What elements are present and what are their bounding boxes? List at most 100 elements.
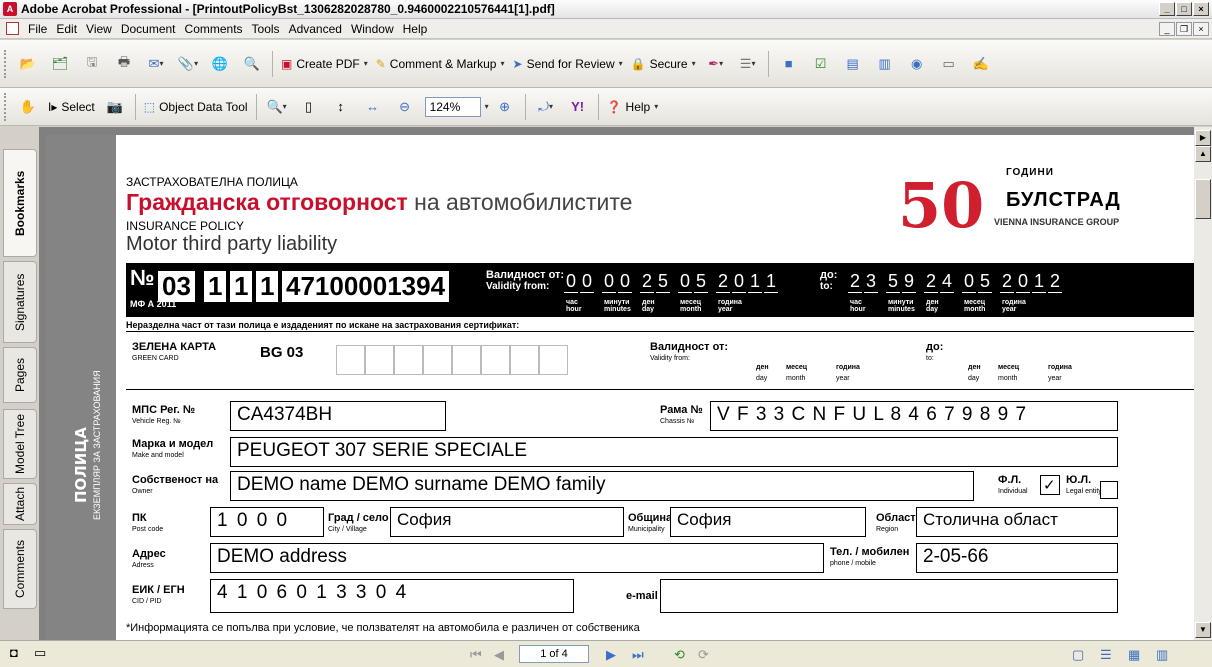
continuous-icon[interactable]: ☰: [1100, 647, 1112, 663]
organizer-icon[interactable]: 🗂: [48, 52, 72, 76]
open-folder-icon[interactable]: 📂: [16, 52, 40, 76]
next-page-icon[interactable]: ▶: [606, 647, 616, 663]
zoom-level-input[interactable]: 124%: [424, 96, 481, 117]
minimize-button[interactable]: _: [1159, 2, 1175, 16]
last-page-icon[interactable]: ⏭: [632, 647, 644, 663]
panel-expand-icon[interactable]: ▶: [1195, 130, 1211, 146]
email-field[interactable]: [660, 579, 1118, 613]
menu-comments[interactable]: Comments: [185, 22, 243, 36]
document-view[interactable]: ПОЛИЦА ЕКЗЕМПЛЯР ЗА ЗАСТРАХОВАНИЯ ЗАСТРА…: [39, 127, 1194, 640]
city-field[interactable]: София: [390, 507, 624, 537]
reg-number-field[interactable]: CA4374BH: [230, 401, 446, 431]
scroll-down-icon[interactable]: ▼: [1195, 622, 1211, 638]
object-data-tool-button[interactable]: ⬚ Object Data Tool: [144, 100, 248, 114]
page-number-input[interactable]: 1 of 4: [519, 645, 589, 663]
forms-icon[interactable]: ☰ ▾: [736, 52, 760, 76]
rotate-view-icon[interactable]: ⤾ ▾: [534, 95, 558, 119]
tab-signatures[interactable]: Signatures: [3, 261, 37, 343]
sign-icon[interactable]: ✒ ▾: [704, 52, 728, 76]
document-icon[interactable]: [6, 22, 19, 35]
maximize-button[interactable]: □: [1176, 2, 1192, 16]
zoom-dropdown-icon[interactable]: ▾: [485, 102, 489, 111]
scroll-up-icon[interactable]: ▲: [1195, 146, 1211, 162]
green-card-value: BG 03: [260, 344, 304, 361]
combo-field-icon[interactable]: ▤: [841, 52, 865, 76]
unit-label: ден: [926, 299, 939, 306]
comment-markup-button[interactable]: ✎ Comment & Markup ▾: [376, 57, 505, 71]
validity-digit: 0: [580, 271, 594, 293]
tab-comments[interactable]: Comments: [3, 529, 37, 609]
phone-field[interactable]: 2-05-66: [916, 543, 1118, 573]
select-tool-button[interactable]: I▸ Select: [48, 100, 95, 114]
yahoo-icon[interactable]: Y!: [566, 95, 590, 119]
logo-group: VIENNA INSURANCE GROUP: [994, 217, 1120, 227]
tab-model-tree[interactable]: Model Tree: [3, 409, 37, 479]
menu-advanced[interactable]: Advanced: [289, 22, 342, 36]
nav-panel-icon[interactable]: ◘: [10, 645, 18, 660]
text-field-icon[interactable]: ▭: [937, 52, 961, 76]
button-field-icon[interactable]: ■: [777, 52, 801, 76]
chassis-number-field[interactable]: V F 3 3 C N F U L 8 4 6 7 9 8 9 7: [710, 401, 1118, 431]
egn-field[interactable]: 4 1 0 6 0 1 3 3 0 4: [210, 579, 574, 613]
doc-close-button[interactable]: ×: [1193, 22, 1209, 36]
fit-page-icon[interactable]: ↕: [329, 95, 353, 119]
vertical-scrollbar[interactable]: ▲ ▶ ▼: [1194, 127, 1212, 640]
print-icon[interactable]: 🖶: [112, 52, 136, 76]
address-field[interactable]: DEMO address: [210, 543, 824, 573]
zoom-in-icon[interactable]: ⊕: [493, 95, 517, 119]
secure-button[interactable]: 🔒 Secure ▾: [631, 57, 696, 71]
snapshot-icon[interactable]: 📷: [103, 95, 127, 119]
tab-pages[interactable]: Pages: [3, 347, 37, 403]
owner-label: Собственост на Owner: [132, 474, 219, 496]
close-button[interactable]: ×: [1193, 2, 1209, 16]
menu-view[interactable]: View: [86, 22, 112, 36]
fit-width-icon[interactable]: ↔: [361, 95, 385, 119]
facing-icon[interactable]: ▦: [1128, 647, 1140, 663]
signature-field-icon[interactable]: ✍: [969, 52, 993, 76]
send-review-button[interactable]: ➤ Send for Review ▾: [513, 57, 623, 71]
owner-field[interactable]: DEMO name DEMO surname DEMO family: [230, 471, 974, 501]
tab-attachments[interactable]: Attach: [3, 483, 37, 525]
number-sign: №: [130, 265, 155, 290]
municipality-label: Община Municipality: [628, 512, 673, 534]
make-model-field[interactable]: PEUGEOT 307 SERIE SPECIALE: [230, 437, 1118, 467]
actual-size-icon[interactable]: ▯: [297, 95, 321, 119]
save-icon[interactable]: 🖫: [80, 52, 104, 76]
doc-minimize-button[interactable]: _: [1159, 22, 1175, 36]
page-size-icon[interactable]: ▭: [34, 645, 46, 661]
first-page-icon[interactable]: ⏮: [470, 647, 482, 663]
unit-label: месец: [964, 299, 986, 306]
individual-checkbox[interactable]: ✓: [1040, 475, 1060, 495]
checkbox-field-icon[interactable]: ☑: [809, 52, 833, 76]
radio-field-icon[interactable]: ◉: [905, 52, 929, 76]
find-icon[interactable]: 🔍: [240, 52, 264, 76]
go-forward-icon[interactable]: ⟳: [698, 647, 709, 663]
zoom-out-icon[interactable]: ⊖: [393, 95, 417, 119]
legal-entity-checkbox[interactable]: [1100, 481, 1118, 499]
menu-file[interactable]: File: [28, 22, 47, 36]
continuous-facing-icon[interactable]: ▥: [1156, 647, 1168, 663]
menu-document[interactable]: Document: [121, 22, 176, 36]
previous-page-icon[interactable]: ◀: [494, 647, 504, 663]
send-review-icon: ➤: [512, 56, 523, 71]
create-pdf-button[interactable]: ▣ Create PDF ▾: [281, 57, 368, 71]
menu-edit[interactable]: Edit: [56, 22, 77, 36]
menu-help[interactable]: Help: [403, 22, 428, 36]
zoom-tool-icon[interactable]: 🔍 ▾: [265, 95, 289, 119]
email-icon[interactable]: ✉ ▾: [144, 52, 168, 76]
menu-tools[interactable]: Tools: [252, 22, 280, 36]
hand-tool-icon[interactable]: ✋: [16, 95, 40, 119]
municipality-field[interactable]: София: [670, 507, 866, 537]
tab-bookmarks[interactable]: Bookmarks: [3, 149, 37, 257]
postcode-field[interactable]: 1 0 0 0: [210, 507, 324, 537]
web-icon[interactable]: 🌐: [208, 52, 232, 76]
list-field-icon[interactable]: ▥: [873, 52, 897, 76]
scroll-thumb[interactable]: [1195, 179, 1211, 219]
region-field[interactable]: Столична област: [916, 507, 1118, 537]
menu-window[interactable]: Window: [351, 22, 394, 36]
go-back-icon[interactable]: ⟲: [674, 647, 685, 663]
attach-icon[interactable]: 📎 ▾: [176, 52, 200, 76]
help-button[interactable]: ❓ Help ▾: [607, 100, 659, 114]
single-page-icon[interactable]: ▢: [1072, 647, 1084, 663]
doc-restore-button[interactable]: ❐: [1176, 22, 1192, 36]
